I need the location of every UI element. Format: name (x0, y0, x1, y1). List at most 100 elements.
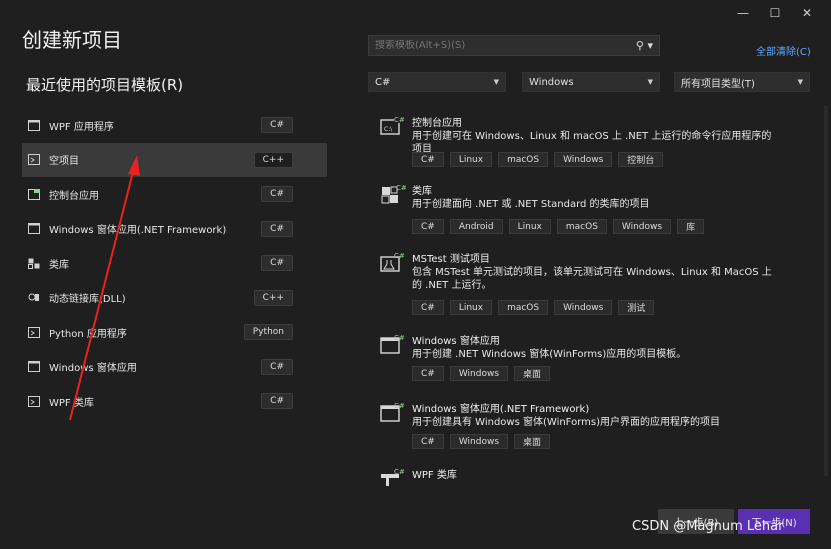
template-name: WPF 类库 (412, 470, 457, 481)
recent-item-label: Python 应用程序 (49, 328, 127, 340)
svg-text:C#: C# (394, 468, 405, 476)
language-tag: C# (261, 393, 293, 410)
template-name: MSTest 测试项目 (412, 254, 490, 265)
recent-item-wpf-app[interactable]: WPF 应用程序 C# (22, 108, 327, 143)
test-flask-icon: C# (380, 252, 405, 272)
page-title: 创建新项目 (22, 28, 122, 52)
tag: Android (449, 219, 503, 234)
template-tags: C# Linux macOS Windows 控制台 (412, 152, 664, 167)
template-wpf-library[interactable]: C# WPF 类库 (378, 462, 818, 492)
search-input[interactable] (375, 40, 636, 51)
language-tag: C++ (253, 151, 293, 168)
recent-item-label: 动态链接库(DLL) (49, 294, 126, 306)
template-tags: C# Windows 桌面 (412, 434, 551, 449)
platform-filter[interactable]: Windows ▼ (522, 72, 660, 92)
window-controls: — ☐ ✕ (727, 4, 823, 22)
tag: C# (412, 300, 444, 315)
project-type-filter[interactable]: 所有项目类型(T) ▼ (674, 72, 810, 92)
template-name: 类库 (412, 186, 432, 197)
tag: C# (412, 434, 444, 449)
tag: 测试 (618, 300, 655, 315)
winforms-icon: C# (380, 402, 405, 422)
watermark: CSDN @Magnum Lehar (632, 519, 784, 534)
language-filter-value: C# (375, 76, 391, 88)
language-tag: C# (261, 255, 293, 272)
recent-item-label: Windows 窗体应用(.NET Framework) (49, 225, 227, 237)
template-tags: C# Android Linux macOS Windows 库 (412, 219, 705, 234)
class-library-icon (27, 257, 41, 269)
language-tag: C# (261, 186, 293, 203)
tag: C# (412, 219, 444, 234)
tag: Windows (449, 366, 509, 381)
tag: Linux (508, 219, 551, 234)
recent-templates-heading: 最近使用的项目模板(R) (26, 76, 184, 94)
project-type-filter-value: 所有项目类型(T) (681, 78, 755, 90)
empty-project-icon (27, 154, 41, 166)
svg-text:C#: C# (394, 402, 405, 410)
tag: Windows (449, 434, 509, 449)
tag: 桌面 (514, 366, 551, 381)
minimize-button[interactable]: — (727, 4, 759, 22)
template-description: 用于创建 .NET Windows 窗体(WinForms)应用的项目模板。 (412, 349, 687, 360)
recent-templates-list: WPF 应用程序 C# 空项目 C++ 控制台应用 C# Windows 窗体应… (22, 108, 327, 419)
tag: macOS (498, 152, 549, 167)
recent-item-winforms[interactable]: Windows 窗体应用 C# (22, 350, 327, 385)
language-filter[interactable]: C# ▼ (368, 72, 506, 92)
template-mstest[interactable]: C# MSTest 测试项目 包含 MSTest 单元测试的项目，该单元测试可在… (378, 246, 818, 320)
recent-item-empty-project[interactable]: 空项目 C++ (22, 142, 327, 177)
template-console-app[interactable]: C:\ C# 控制台应用 用于创建可在 Windows、Linux 和 macOS… (378, 110, 818, 170)
template-list-scrollbar[interactable] (824, 106, 828, 476)
template-description: 包含 MSTest 单元测试的项目，该单元测试可在 Windows、Linux … (412, 267, 772, 291)
template-name: 控制台应用 (412, 118, 462, 129)
winforms-icon (27, 223, 41, 235)
clear-all-link[interactable]: 全部清除(C) (756, 43, 811, 58)
language-tag: Python (243, 324, 293, 341)
recent-item-wpf-library[interactable]: WPF 类库 C# (22, 384, 327, 419)
chevron-down-icon: ▼ (797, 78, 803, 86)
tag: Windows (612, 219, 672, 234)
svg-text:C:\: C:\ (384, 126, 393, 133)
recent-item-label: WPF 应用程序 (49, 121, 114, 133)
maximize-button[interactable]: ☐ (759, 4, 791, 22)
tag: C# (412, 152, 444, 167)
tag: 控制台 (618, 152, 664, 167)
template-winforms-framework[interactable]: C# Windows 窗体应用(.NET Framework) 用于创建具有 W… (378, 396, 818, 456)
console-app-icon (27, 188, 41, 200)
language-tag: C# (261, 220, 293, 237)
template-winforms[interactable]: C# Windows 窗体应用 用于创建 .NET Windows 窗体(Win… (378, 328, 818, 388)
tag: Linux (449, 152, 493, 167)
wpf-app-icon (27, 119, 41, 131)
chevron-down-icon: ▼ (493, 78, 499, 86)
platform-filter-value: Windows (529, 76, 574, 88)
svg-text:C#: C# (394, 334, 405, 342)
svg-text:C#: C# (394, 116, 405, 124)
template-class-library[interactable]: C# 类库 用于创建面向 .NET 或 .NET Standard 的类库的项目… (378, 178, 818, 238)
template-name: Windows 窗体应用(.NET Framework) (412, 404, 590, 415)
recent-item-dll[interactable]: 动态链接库(DLL) C++ (22, 281, 327, 316)
tag: 库 (677, 219, 705, 234)
tag: Windows (554, 152, 613, 167)
language-tag: C# (261, 358, 293, 375)
tag: macOS (556, 219, 607, 234)
winforms-icon (27, 361, 41, 373)
recent-item-label: 控制台应用 (49, 190, 99, 202)
tag: C# (412, 366, 444, 381)
search-box[interactable]: ⚲ ▾ (368, 35, 660, 56)
tag: 桌面 (514, 434, 551, 449)
template-tags: C# Linux macOS Windows 测试 (412, 300, 655, 315)
template-tags: C# Windows 桌面 (412, 366, 551, 381)
recent-item-label: WPF 类库 (49, 397, 94, 409)
wpf-library-icon (27, 395, 41, 407)
recent-item-winforms-framework[interactable]: Windows 窗体应用(.NET Framework) C# (22, 212, 327, 247)
tag: macOS (498, 300, 549, 315)
recent-item-python-app[interactable]: Python 应用程序 Python (22, 315, 327, 350)
close-button[interactable]: ✕ (791, 4, 823, 22)
search-icon[interactable]: ⚲ ▾ (636, 39, 653, 52)
language-tag: C++ (253, 289, 293, 306)
recent-item-class-library[interactable]: 类库 C# (22, 246, 327, 281)
console-app-icon: C:\C# (380, 115, 405, 135)
recent-item-label: 空项目 (49, 156, 79, 168)
recent-item-console-app[interactable]: 控制台应用 C# (22, 177, 327, 212)
wpf-library-icon: C# (381, 468, 405, 486)
recent-item-label: Windows 窗体应用 (49, 363, 137, 375)
